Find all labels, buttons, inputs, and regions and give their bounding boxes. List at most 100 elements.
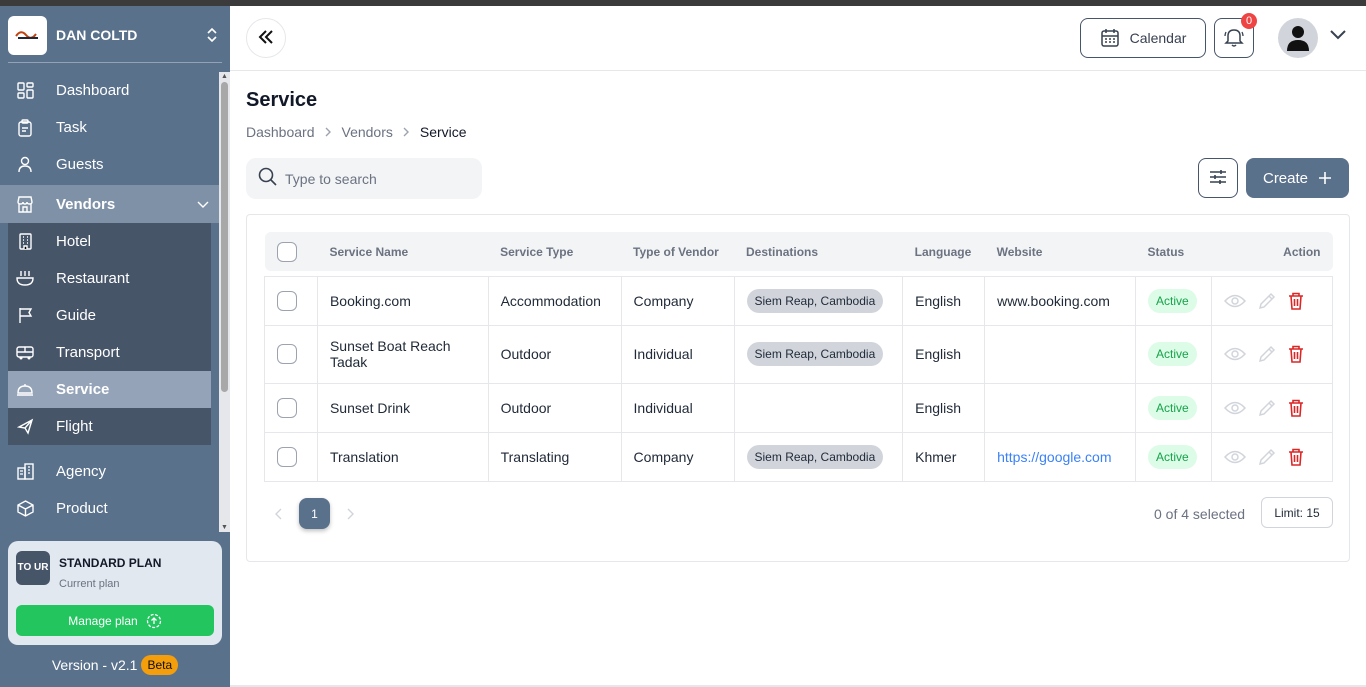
sidebar-item-label: Dashboard [56, 82, 130, 99]
table-row[interactable]: Translation Translating Company Siem Rea… [264, 431, 1333, 482]
table-row[interactable]: Sunset Boat Reach Tadak Outdoor Individu… [264, 324, 1333, 384]
eye-icon[interactable] [1224, 347, 1247, 361]
edit-icon[interactable] [1258, 345, 1276, 363]
website: www.booking.com [984, 275, 1137, 326]
sidebar-item-label: Service [56, 381, 110, 398]
sidebar-item-task[interactable]: Task [0, 109, 219, 146]
service-name: Sunset Boat Reach Tadak [316, 324, 489, 384]
eye-icon[interactable] [1224, 450, 1247, 464]
sidebar-item-agency[interactable]: Agency [0, 453, 219, 490]
search-icon [258, 167, 277, 191]
row-checkbox[interactable] [277, 397, 297, 418]
upgrade-icon [146, 613, 162, 629]
sidebar-item-guide[interactable]: Guide [8, 297, 211, 334]
agency-icon [16, 463, 34, 481]
limit-select[interactable]: Limit: 15 [1261, 497, 1333, 528]
row-checkbox[interactable] [277, 290, 297, 311]
page-title: Service [246, 89, 318, 111]
plan-name: STANDARD PLAN [59, 556, 162, 570]
sidebar-item-dashboard[interactable]: Dashboard [0, 72, 219, 109]
sidebar-item-guests[interactable]: Guests [0, 146, 219, 183]
sidebar-item-hotel[interactable]: Hotel [8, 223, 211, 260]
breadcrumb: Dashboard Vendors Service [246, 124, 467, 140]
service-name: Sunset Drink [316, 382, 489, 433]
notification-count-badge: 0 [1241, 13, 1257, 29]
column-header[interactable]: Language [903, 232, 985, 271]
sidebar-item-label: Task [56, 119, 87, 136]
language: English [902, 324, 986, 384]
calendar-label: Calendar [1129, 30, 1187, 46]
selection-count: 0 of 4 selected [1154, 506, 1246, 522]
vendor-type: Individual [620, 382, 735, 433]
service-name: Translation [316, 431, 489, 482]
status-badge: Active [1148, 444, 1197, 469]
select-all-checkbox[interactable] [276, 241, 297, 262]
column-header[interactable]: Status [1136, 232, 1212, 271]
prev-page-icon[interactable] [275, 508, 283, 520]
edit-icon[interactable] [1258, 292, 1276, 310]
row-checkbox[interactable] [277, 446, 297, 467]
sidebar-item-flight[interactable]: Flight [8, 408, 211, 445]
delete-icon[interactable] [1288, 345, 1304, 363]
plus-icon [1318, 171, 1332, 185]
sidebar-item-label: Guide [56, 307, 97, 324]
sidebar-item-label: Vendors [56, 195, 116, 213]
search-input[interactable] [285, 170, 475, 187]
language: English [902, 275, 986, 326]
table-row[interactable]: Booking.com Accommodation Company Siem R… [264, 275, 1333, 326]
sidebar-item-service[interactable]: Service [8, 371, 211, 408]
manage-plan-button[interactable]: Manage plan [16, 605, 214, 636]
delete-icon[interactable] [1288, 399, 1304, 417]
scrollbar-thumb[interactable] [221, 82, 228, 392]
column-header[interactable]: Type of Vendor [621, 232, 734, 271]
edit-icon[interactable] [1258, 399, 1276, 417]
destination-pill: Siem Reap, Cambodia [746, 342, 884, 366]
sidebar-item-product[interactable]: Product [0, 490, 219, 526]
column-header[interactable]: Service Type [488, 232, 621, 271]
user-menu-chevron-icon[interactable] [1330, 30, 1346, 40]
collapse-sidebar-button[interactable] [246, 18, 286, 58]
manage-plan-label: Manage plan [68, 613, 138, 628]
version-info: Version - v2.1 Beta [0, 655, 230, 675]
sidebar-item-label: Guests [56, 156, 104, 173]
column-header[interactable]: Service Name [317, 232, 488, 271]
row-checkbox[interactable] [277, 344, 297, 364]
sidebar-item-label: Flight [56, 418, 93, 435]
filter-button[interactable] [1198, 158, 1238, 198]
eye-icon[interactable] [1224, 401, 1247, 415]
eye-icon[interactable] [1224, 294, 1247, 308]
scroll-up-icon[interactable]: ▲ [221, 73, 228, 80]
sidebar-item-vendors[interactable]: Vendors [0, 185, 219, 223]
table-row[interactable]: Sunset Drink Outdoor Individual English … [264, 382, 1333, 433]
chevron-up-down-icon[interactable] [202, 27, 222, 43]
language: Khmer [902, 431, 986, 482]
delete-icon[interactable] [1288, 292, 1304, 310]
website-link[interactable]: https://google.com [997, 449, 1111, 465]
sidebar-item-restaurant[interactable]: Restaurant [8, 260, 211, 297]
next-page-icon[interactable] [346, 508, 354, 520]
vendor-type: Individual [620, 324, 735, 384]
create-button[interactable]: Create [1246, 158, 1349, 198]
notifications-button[interactable]: 0 [1214, 13, 1257, 58]
vendor-type: Company [620, 431, 735, 482]
destination-pill: Siem Reap, Cambodia [746, 444, 884, 469]
chevron-down-icon [197, 196, 209, 213]
column-header[interactable]: Website [985, 232, 1136, 271]
scroll-down-icon[interactable]: ▼ [221, 524, 228, 531]
table-header-row: Service Name Service Type Type of Vendor… [264, 232, 1333, 271]
org-switcher[interactable]: DAN COLTD [8, 14, 222, 56]
breadcrumb-dashboard[interactable]: Dashboard [246, 124, 315, 140]
edit-icon[interactable] [1258, 448, 1276, 466]
store-icon [16, 195, 34, 213]
delete-icon[interactable] [1288, 448, 1304, 466]
service-type: Translating [487, 431, 622, 482]
avatar[interactable] [1278, 18, 1318, 58]
search-box [246, 158, 482, 199]
sidebar-item-transport[interactable]: Transport [8, 334, 211, 371]
column-header[interactable]: Destinations [734, 232, 903, 271]
status-badge: Active [1148, 288, 1197, 313]
calendar-button[interactable]: Calendar [1080, 18, 1206, 58]
breadcrumb-vendors[interactable]: Vendors [342, 124, 393, 140]
sidebar-scrollbar[interactable]: ▲ ▼ [219, 72, 230, 532]
page-button[interactable]: 1 [299, 498, 330, 529]
